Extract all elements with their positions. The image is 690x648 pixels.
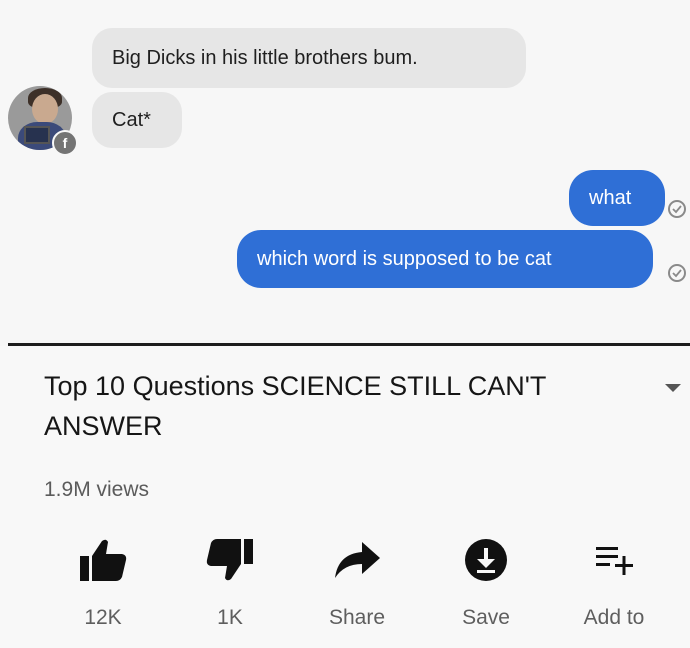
message-text: Big Dicks in his little brothers bum. [112,46,418,69]
add-to-button[interactable]: Add to [559,536,669,630]
like-button[interactable]: 12K [48,536,158,630]
message-text: which word is supposed to be cat [257,247,552,270]
like-count: 12K [84,606,122,629]
incoming-message: Cat* [92,92,182,148]
sent-check-icon [668,200,686,218]
message-text: Cat* [112,108,151,131]
message-text: what [589,186,632,209]
save-label: Save [462,606,510,629]
facebook-badge-icon: f [52,130,78,156]
add-to-label: Add to [583,606,645,629]
video-info-panel: Top 10 Questions SCIENCE STILL CAN'T ANS… [0,346,690,648]
outgoing-message: what [569,170,665,226]
sent-check-icon [668,264,686,282]
expand-chevron-icon[interactable] [664,380,682,398]
share-arrow-icon [335,542,380,578]
download-icon [465,539,507,581]
dislike-count: 1K [217,606,243,629]
thumbs-down-icon [206,539,253,581]
video-title: Top 10 Questions SCIENCE STILL CAN'T ANS… [44,371,546,441]
add-to-playlist-icon [596,547,633,575]
thumbs-up-icon [80,539,127,581]
view-count: 1.9M views [44,478,150,501]
save-button[interactable]: Save [431,536,541,630]
messenger-conversation: Big Dicks in his little brothers bum. Ca… [0,0,690,340]
incoming-message: Big Dicks in his little brothers bum. [92,28,526,88]
outgoing-message: which word is supposed to be cat [237,230,653,288]
share-label: Share [328,606,386,629]
share-button[interactable]: Share [302,536,412,630]
dislike-button[interactable]: 1K [175,536,285,630]
